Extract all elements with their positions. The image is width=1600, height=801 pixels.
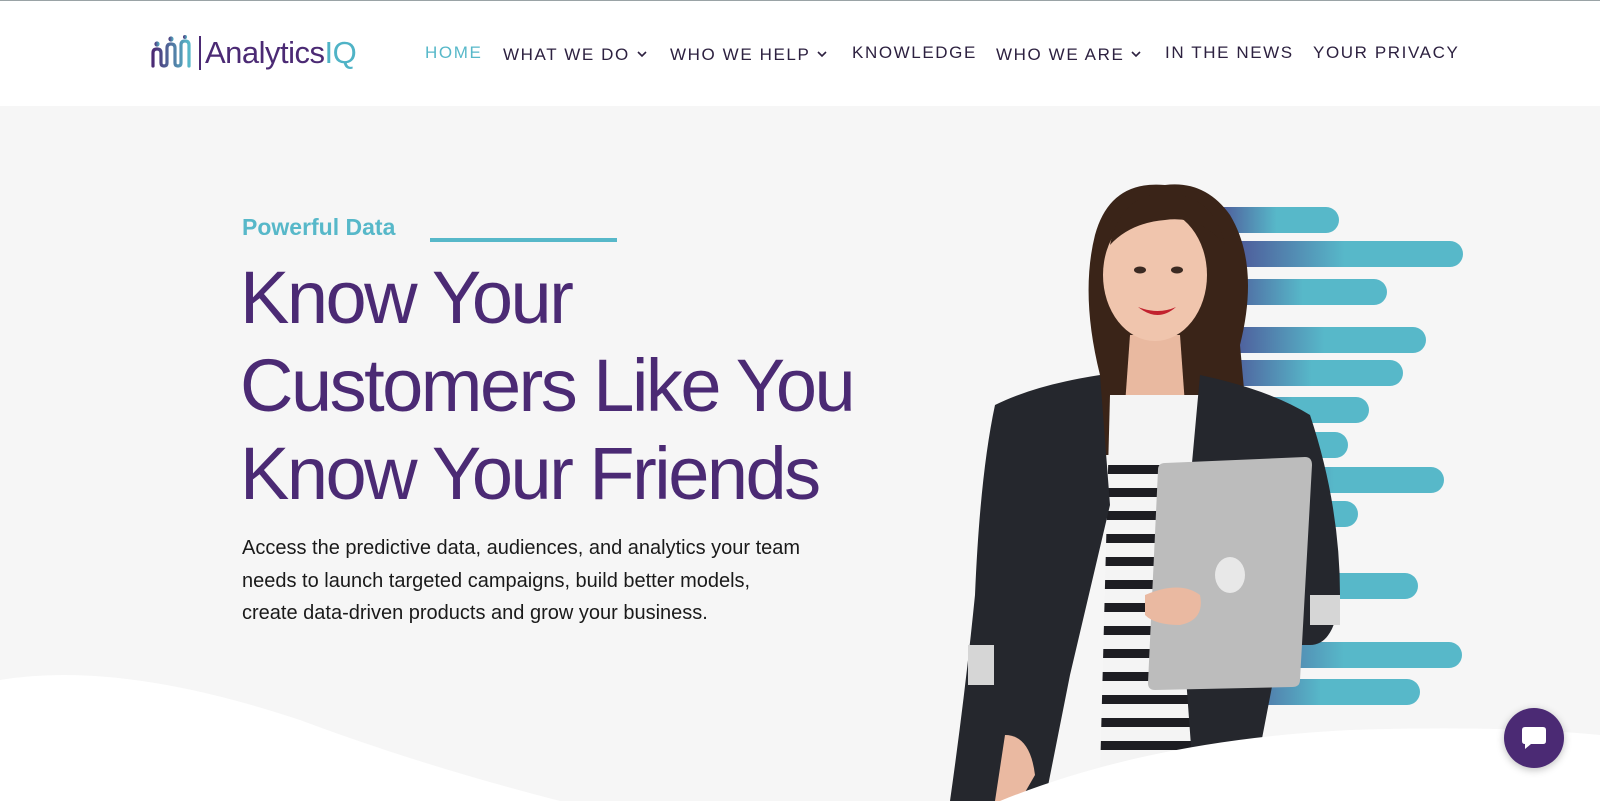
hero-headline: Know Your Customers Like You Know Your F…: [240, 254, 880, 518]
nav-item-home[interactable]: HOME: [425, 43, 482, 65]
nav-item-label: WHO WE ARE: [996, 45, 1125, 64]
bottom-wave-decoration: [0, 675, 1600, 801]
nav-item-knowledge[interactable]: KNOWLEDGE: [852, 43, 977, 65]
nav-item-what-we-do[interactable]: WHAT WE DO: [503, 43, 647, 65]
chevron-down-icon: [817, 43, 827, 63]
nav-item-label: WHAT WE DO: [503, 45, 630, 64]
nav-item-label: WHO WE HELP: [670, 45, 811, 64]
nav-item-label: KNOWLEDGE: [852, 43, 977, 62]
nav-item-label: HOME: [425, 43, 483, 62]
brand-name-part1: Analytics: [205, 35, 325, 70]
analyticsiq-people-logo-icon: [151, 35, 191, 68]
nav-item-label: IN THE NEWS: [1165, 43, 1294, 62]
hero-eyebrow: Powerful Data: [242, 214, 396, 240]
nav-item-who-we-help[interactable]: WHO WE HELP: [670, 43, 827, 65]
chevron-down-icon: [1131, 43, 1141, 63]
chat-bubble-icon: [1522, 727, 1546, 749]
eyebrow-divider: [430, 238, 617, 242]
nav-item-label: YOUR PRIVACY: [1313, 43, 1460, 62]
brand-wordmark: AnalyticsIQ: [205, 35, 357, 71]
headline-line: Know Your: [240, 256, 574, 339]
site-header: AnalyticsIQ HOME WHAT WE DO WHO WE HELP …: [0, 1, 1600, 106]
nav-item-in-the-news[interactable]: IN THE NEWS: [1165, 43, 1294, 65]
logo-divider: [199, 36, 201, 70]
chevron-down-icon: [637, 43, 647, 63]
nav-item-who-we-are[interactable]: WHO WE ARE: [996, 43, 1141, 65]
hero-body-text: Access the predictive data, audiences, a…: [242, 537, 801, 624]
brand-name-part2: IQ: [324, 35, 357, 70]
brand-logo[interactable]: AnalyticsIQ: [150, 31, 357, 75]
headline-line: Know Your Friends: [240, 432, 821, 515]
nav-item-your-privacy[interactable]: YOUR PRIVACY: [1313, 43, 1459, 65]
chat-launcher-button[interactable]: [1504, 708, 1564, 768]
headline-line: Customers Like You: [240, 344, 856, 427]
